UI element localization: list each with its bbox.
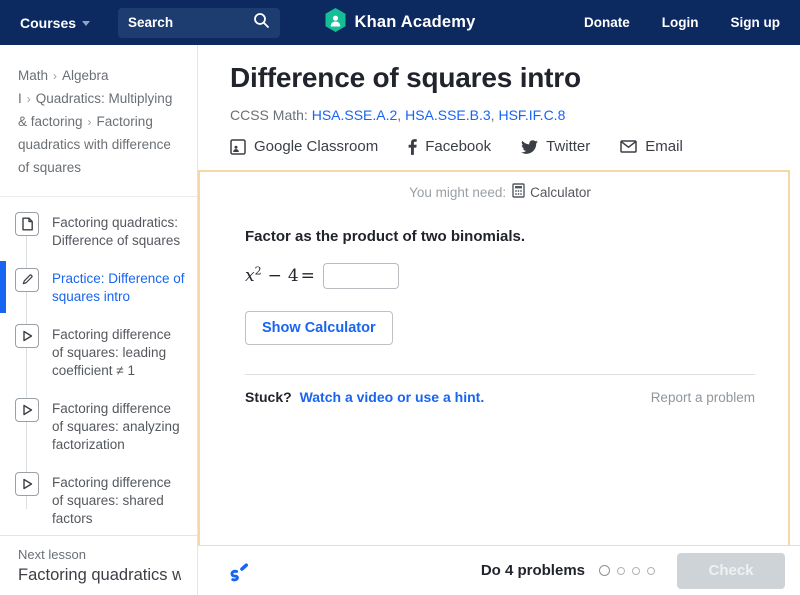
twitter-share-button[interactable]: Twitter <box>521 138 590 155</box>
lesson-item-article-diff-squares[interactable]: Factoring quadratics: Difference of squa… <box>0 203 197 259</box>
exercise-header: Difference of squares intro CCSS Math: H… <box>198 45 800 170</box>
active-indicator-bar <box>0 261 6 313</box>
next-lesson-section: Next lesson Factoring quadratics with ..… <box>0 535 197 595</box>
lesson-item-label: Factoring difference of squares: shared … <box>52 472 185 528</box>
page-title: Difference of squares intro <box>230 62 780 94</box>
google-classroom-icon <box>230 139 246 155</box>
google-classroom-share-button[interactable]: Google Classroom <box>230 138 378 155</box>
search-box[interactable] <box>118 8 280 38</box>
progress-dots <box>599 565 655 576</box>
brand-name: Khan Academy <box>355 13 476 32</box>
khan-academy-leaf-icon <box>325 8 347 37</box>
math-exponent: 2 <box>255 264 262 277</box>
article-icon <box>15 212 39 236</box>
calculator-tool: Calculator <box>512 183 591 201</box>
video-play-icon <box>15 472 39 496</box>
exercise-card: You might need: Calculator Factor as the… <box>198 170 790 545</box>
email-envelope-icon <box>620 140 637 153</box>
share-label: Twitter <box>546 138 590 155</box>
signup-link[interactable]: Sign up <box>731 15 781 30</box>
check-button[interactable]: Check <box>677 553 785 589</box>
math-expression: x2−4= <box>245 266 323 286</box>
report-a-problem-link[interactable]: Report a problem <box>651 390 755 405</box>
lesson-item-video-shared-factors[interactable]: Factoring difference of squares: shared … <box>0 463 197 535</box>
ccss-link-2[interactable]: HSA.SSE.B.3 <box>405 107 491 123</box>
lesson-sidebar: Math›Algebra I›Quadratics: Multiplying &… <box>0 45 198 595</box>
top-navbar: Courses Khan Academy Donate Login Sign u… <box>0 0 800 45</box>
breadcrumb-math[interactable]: Math <box>18 68 48 83</box>
ccss-prefix: CCSS Math: <box>230 107 308 123</box>
lesson-item-video-leading-coeff[interactable]: Factoring difference of squares: leading… <box>0 315 197 389</box>
share-label: Email <box>645 138 683 155</box>
email-share-button[interactable]: Email <box>620 138 683 155</box>
khan-academy-logo[interactable]: Khan Academy <box>325 8 476 37</box>
video-play-icon <box>15 398 39 422</box>
courses-label: Courses <box>20 15 76 31</box>
lesson-item-label: Factoring difference of squares: analyzi… <box>52 398 185 454</box>
facebook-icon <box>408 139 417 155</box>
video-play-icon <box>15 324 39 348</box>
facebook-share-button[interactable]: Facebook <box>408 138 491 155</box>
lesson-item-label: Factoring difference of squares: leading… <box>52 324 185 380</box>
exercise-pencil-icon <box>15 268 39 292</box>
stuck-row: Stuck? Watch a video or use a hint. Repo… <box>245 389 755 405</box>
share-label: Google Classroom <box>254 138 378 155</box>
progress-dot <box>632 567 640 575</box>
lesson-item-practice-intro[interactable]: Practice: Difference of squares intro <box>0 259 197 315</box>
courses-dropdown[interactable]: Courses <box>20 15 90 31</box>
math-base: x <box>245 266 255 286</box>
math-expression-row: x2−4= <box>245 263 755 289</box>
calculator-icon <box>512 183 525 201</box>
ccss-row: CCSS Math: HSA.SSE.A.2, HSA.SSE.B.3, HSF… <box>230 107 780 123</box>
hint-divider <box>245 374 755 375</box>
breadcrumb-separator: › <box>88 115 92 129</box>
breadcrumb-separator: › <box>53 69 57 83</box>
exercise-footer: Do 4 problems Check <box>198 545 800 595</box>
answer-input[interactable] <box>323 263 399 289</box>
do-problems-label: Do 4 problems <box>481 562 585 579</box>
show-calculator-button[interactable]: Show Calculator <box>245 311 393 345</box>
progress-dot-current <box>599 565 610 576</box>
calculator-label: Calculator <box>530 185 591 200</box>
search-icon[interactable] <box>253 12 270 34</box>
breadcrumb-separator: › <box>27 92 31 106</box>
scratchpad-scribble-icon[interactable] <box>226 557 253 584</box>
you-might-need-row: You might need: Calculator <box>245 183 755 201</box>
stuck-label: Stuck? <box>245 389 292 405</box>
progress-dot <box>617 567 625 575</box>
navbar-links: Donate Login Sign up <box>584 15 780 30</box>
ccss-link-3[interactable]: HSF.IF.C.8 <box>498 107 565 123</box>
stuck-message: Stuck? Watch a video or use a hint. <box>245 389 484 405</box>
donate-link[interactable]: Donate <box>584 15 630 30</box>
next-lesson-link[interactable]: Factoring quadratics with ... <box>18 566 181 585</box>
math-operator: − <box>268 266 282 286</box>
chevron-down-icon <box>82 21 90 26</box>
math-equals: = <box>301 266 315 286</box>
next-lesson-label: Next lesson <box>18 547 181 562</box>
lesson-item-label: Practice: Difference of squares intro <box>52 268 185 306</box>
you-might-need-label: You might need: <box>409 185 506 200</box>
math-operand: 4 <box>288 266 299 286</box>
ccss-link-1[interactable]: HSA.SSE.A.2 <box>312 107 398 123</box>
share-row: Google Classroom Facebook <box>230 138 780 155</box>
watch-video-hint-link[interactable]: Watch a video or use a hint. <box>300 389 485 405</box>
search-input[interactable] <box>128 15 253 30</box>
lesson-item-video-analyzing[interactable]: Factoring difference of squares: analyzi… <box>0 389 197 463</box>
ccss-separator: , <box>397 107 405 123</box>
progress-dot <box>647 567 655 575</box>
share-label: Facebook <box>425 138 491 155</box>
lesson-list: Factoring quadratics: Difference of squa… <box>0 196 197 535</box>
login-link[interactable]: Login <box>662 15 699 30</box>
breadcrumb: Math›Algebra I›Quadratics: Multiplying &… <box>0 45 197 196</box>
lesson-item-label: Factoring quadratics: Difference of squa… <box>52 212 185 250</box>
twitter-icon <box>521 140 538 154</box>
question-prompt: Factor as the product of two binomials. <box>245 228 755 245</box>
